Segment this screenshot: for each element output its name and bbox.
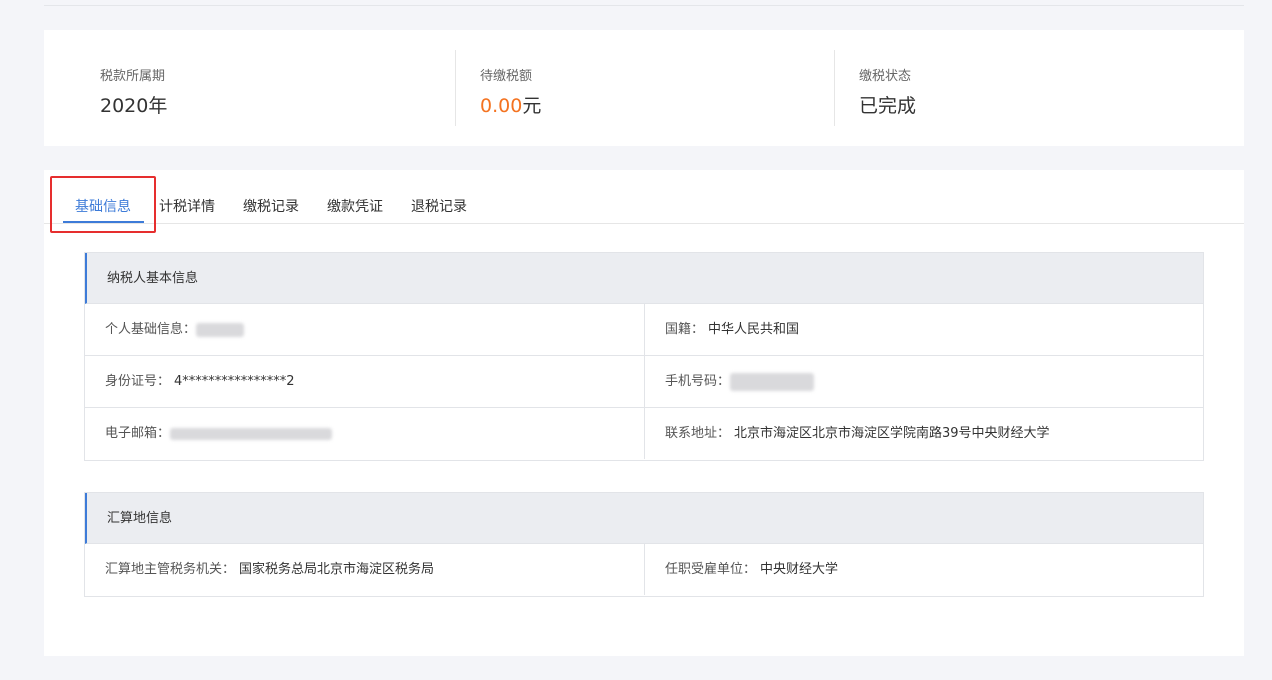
personal-info-label: 个人基础信息： [105,322,197,337]
email-cell: 电子邮箱： [105,408,635,459]
tab-refund-records[interactable]: 退税记录 [411,196,467,216]
tax-authority-label: 汇算地主管税务机关： [105,562,236,577]
id-number-cell: 身份证号： 4****************2 [105,356,635,407]
address-label: 联系地址： [665,426,731,441]
tax-due-unit: 元 [522,95,542,117]
tax-period-value: 2020年 [100,95,168,117]
employer-value: 中央财经大学 [760,562,839,577]
id-number-label: 身份证号： [105,374,171,389]
tax-status-value: 已完成 [859,95,917,117]
phone-label: 手机号码： [665,374,731,389]
address-cell: 联系地址： 北京市海淀区北京市海淀区学院南路39号中央财经大学 [644,408,1184,459]
redacted-phone [730,372,815,391]
tax-status: 缴税状态 已完成 [859,30,1199,146]
address-value: 北京市海淀区北京市海淀区学院南路39号中央财经大学 [734,426,1050,441]
table-row: 个人基础信息： 国籍： 中华人民共和国 [85,304,1203,356]
id-number-value: 4****************2 [174,374,295,389]
personal-info-cell: 个人基础信息： [105,304,635,355]
table-row: 身份证号： 4****************2 手机号码： [85,356,1203,408]
tax-due-amount: 0.00 [480,95,523,117]
summary-divider [834,50,835,126]
detail-panel: 基础信息 计税详情 缴税记录 缴款凭证 退税记录 纳税人基本信息 个人基础信息：… [44,170,1244,656]
section-title: 纳税人基本信息 [85,253,1203,304]
employer-label: 任职受雇单位： [665,562,757,577]
summary-divider [455,50,456,126]
phone-cell: 手机号码： [644,356,1184,407]
redacted-personal-info [196,322,245,337]
tax-period-label: 税款所属期 [100,69,166,84]
tax-authority-value: 国家税务总局北京市海淀区税务局 [239,562,435,577]
tax-period: 税款所属期 2020年 [100,30,440,146]
tax-due-label: 待缴税额 [480,69,533,84]
table-row: 电子邮箱： 联系地址： 北京市海淀区北京市海淀区学院南路39号中央财经大学 [85,408,1203,460]
tab-payment-records[interactable]: 缴税记录 [243,196,299,216]
tab-tax-calc-details[interactable]: 计税详情 [159,196,215,216]
tax-summary-card: 税款所属期 2020年 待缴税额 0.00元 缴税状态 已完成 [44,30,1244,146]
nationality-label: 国籍： [665,322,705,337]
tax-status-label: 缴税状态 [859,69,912,84]
employer-cell: 任职受雇单位： 中央财经大学 [644,544,1184,595]
tab-bar: 基础信息 计税详情 缴税记录 缴款凭证 退税记录 [44,170,1244,233]
settlement-info-section: 汇算地信息 汇算地主管税务机关： 国家税务总局北京市海淀区税务局 任职受雇单位：中… [84,492,1204,597]
nationality-value: 中华人民共和国 [708,322,800,337]
tax-due-value: 0.00元 [480,91,541,118]
taxpayer-info-section: 纳税人基本信息 个人基础信息： 国籍： 中华人民共和国 身份证号： 4*******… [84,252,1204,461]
tab-payment-vouchers[interactable]: 缴款凭证 [327,196,383,216]
section-title: 汇算地信息 [85,493,1203,544]
email-label: 电子邮箱： [105,426,171,441]
tax-due: 待缴税额 0.00元 [480,30,820,146]
nationality-cell: 国籍： 中华人民共和国 [644,304,1184,355]
redacted-email [170,427,333,440]
table-row: 汇算地主管税务机关： 国家税务总局北京市海淀区税务局 任职受雇单位： 中央财经大学 [85,544,1203,596]
top-divider [44,5,1244,6]
tax-authority-cell: 汇算地主管税务机关： 国家税务总局北京市海淀区税务局 [105,544,635,595]
annotation-highlight-box [50,176,156,233]
